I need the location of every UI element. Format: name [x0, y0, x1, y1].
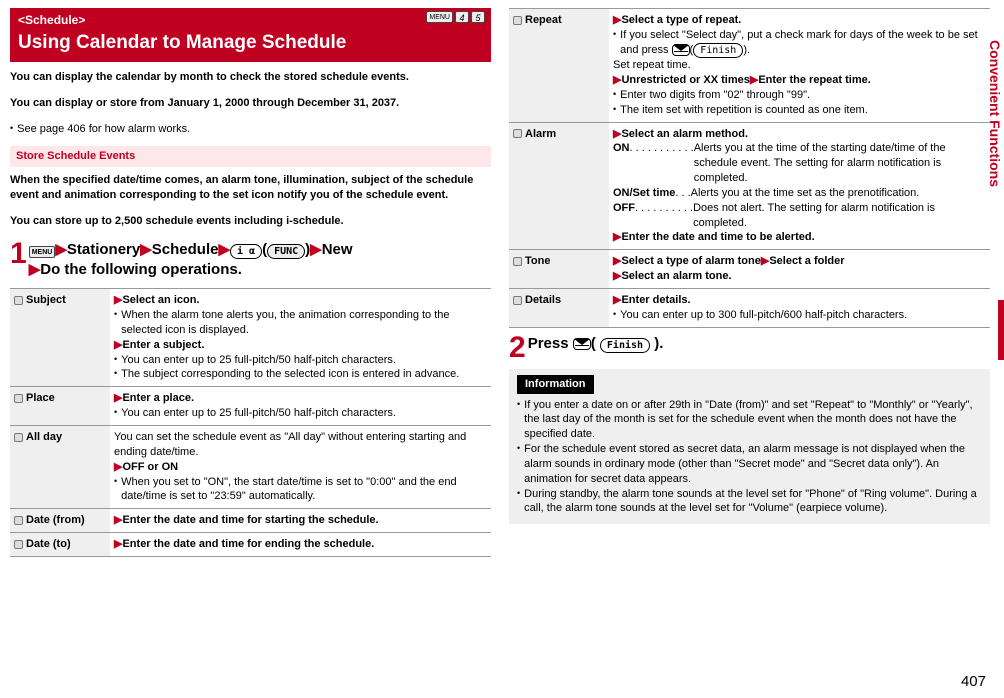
finish-button-icon: Finish	[600, 338, 650, 354]
side-tab-marker	[998, 300, 1004, 360]
menu-key-icon: MENU	[426, 11, 453, 23]
step1-word-new: New	[322, 241, 353, 258]
subsection-text-1: When the specified date/time comes, an a…	[10, 173, 491, 203]
intro-text-1: You can display the calendar by month to…	[10, 70, 491, 85]
information-item: If you enter a date on or after 29th in …	[517, 398, 982, 443]
option-body: ▶Enter the date and time for ending the …	[110, 533, 491, 557]
page-title: Using Calendar to Manage Schedule	[18, 30, 483, 56]
option-icon	[14, 516, 23, 525]
option-name: Date (to)	[10, 533, 110, 557]
option-name: Date (from)	[10, 509, 110, 533]
information-box: Information If you enter a date on or af…	[509, 369, 990, 525]
option-body: ▶Enter a place.You can enter up to 25 fu…	[110, 387, 491, 426]
option-body: ▶Enter the date and time for starting th…	[110, 509, 491, 533]
option-name: Details	[509, 289, 609, 328]
options-table-right: Repeat▶Select a type of repeat.If you se…	[509, 8, 990, 328]
i-alpha-key-icon: i α	[230, 244, 262, 260]
mail-key-icon	[573, 338, 591, 350]
option-name: Subject	[10, 289, 110, 387]
intro-note: See page 406 for how alarm works.	[10, 122, 491, 137]
option-body: ▶Select an icon.When the alarm tone aler…	[110, 289, 491, 387]
option-name: Place	[10, 387, 110, 426]
option-icon	[14, 394, 23, 403]
information-item: During standby, the alarm tone sounds at…	[517, 487, 982, 517]
intro-text-2: You can display or store from January 1,…	[10, 96, 491, 111]
option-body: You can set the schedule event as "All d…	[110, 425, 491, 508]
options-table-left: Subject▶Select an icon.When the alarm to…	[10, 288, 491, 557]
step1-word-stationery: Stationery	[67, 241, 140, 258]
feature-tag: <Schedule>	[18, 12, 483, 28]
page-number: 407	[961, 672, 986, 692]
menu-key-icon-inline: MENU	[29, 246, 56, 258]
mail-key-icon	[672, 44, 690, 56]
information-label: Information	[517, 375, 594, 394]
step-number-2: 2	[509, 334, 526, 361]
func-button-icon: FUNC	[267, 244, 305, 260]
step-2: 2 Press ( Finish ).	[509, 334, 990, 361]
option-name: Alarm	[509, 122, 609, 250]
menu-key-icons: MENU 4 5	[426, 11, 485, 23]
option-icon	[14, 433, 23, 442]
option-body: ▶Select an alarm method.ON . . . . . . .…	[609, 122, 990, 250]
option-name: Tone	[509, 250, 609, 289]
option-icon	[14, 296, 23, 305]
option-icon	[14, 540, 23, 549]
subsection-text-2: You can store up to 2,500 schedule event…	[10, 214, 491, 229]
step-1: 1 MENU▶Stationery▶Schedule▶i α(FUNC)▶New…	[10, 240, 491, 281]
key-5-icon: 5	[471, 11, 485, 23]
option-body: ▶Enter details.You can enter up to 300 f…	[609, 289, 990, 328]
option-icon	[513, 296, 522, 305]
key-4-icon: 4	[455, 11, 469, 23]
step-number-1: 1	[10, 240, 27, 267]
option-name: Repeat	[509, 9, 609, 123]
section-title-bar: MENU 4 5 <Schedule> Using Calendar to Ma…	[10, 8, 491, 62]
step1-word-do: Do the following operations.	[40, 261, 242, 278]
step1-word-schedule: Schedule	[152, 241, 219, 258]
step2-press: Press	[528, 335, 573, 352]
option-body: ▶Select a type of alarm tone▶Select a fo…	[609, 250, 990, 289]
option-icon	[513, 16, 522, 25]
option-name: All day	[10, 425, 110, 508]
option-icon	[513, 257, 522, 266]
finish-button-icon: Finish	[693, 43, 743, 59]
option-icon	[513, 129, 522, 138]
option-body: ▶Select a type of repeat.If you select "…	[609, 9, 990, 123]
information-item: For the schedule event stored as secret …	[517, 442, 982, 487]
subsection-title: Store Schedule Events	[10, 146, 491, 167]
